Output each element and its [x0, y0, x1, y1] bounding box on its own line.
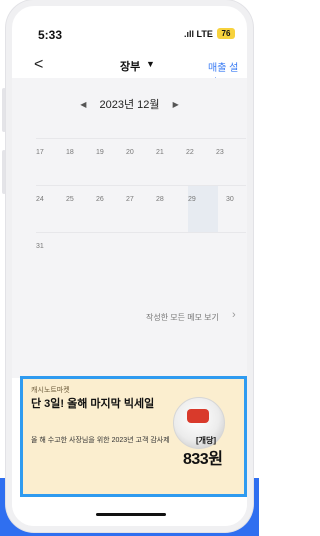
ad-subtitle: 올 해 수고한 사장님을 위한 2023년 고객 감사제: [31, 437, 170, 444]
network-label: LTE: [196, 29, 213, 39]
phone-frame: 5:33 .ıll LTE 76 < 장부 ▼ 매출 설정 ◀ 2023년 12…: [6, 0, 253, 532]
calendar-day[interactable]: 19: [96, 149, 126, 156]
rice-lid-label: [187, 409, 209, 423]
top-nav: < 장부 ▼ 매출 설정: [12, 54, 247, 89]
battery-icon: 76: [217, 28, 235, 39]
prev-month-icon[interactable]: ◀: [80, 100, 86, 109]
ad-brand: 캐시노트마켓: [31, 387, 70, 394]
calendar-day[interactable]: 31: [36, 243, 66, 250]
status-time: 5:33: [38, 28, 63, 42]
calendar-day[interactable]: 28: [156, 196, 186, 203]
ad-title: 단 3일! 올해 마지막 빅세일: [31, 398, 155, 410]
nav-title[interactable]: 장부: [120, 58, 140, 74]
status-bar: 5:33 .ıll LTE 76: [12, 6, 247, 46]
calendar-day[interactable]: 27: [126, 196, 156, 203]
ad-banner[interactable]: 캐시노트마켓 단 3일! 올해 마지막 빅세일 올 해 수고한 사장님을 위한 …: [20, 376, 247, 497]
selected-day-label: 29: [188, 196, 196, 203]
calendar-week: 24 25 26 27 28 29 30: [36, 185, 246, 232]
all-memos-link[interactable]: 작성한 모든 메모 보기: [146, 312, 219, 323]
back-button[interactable]: <: [34, 56, 43, 74]
calendar-day[interactable]: 25: [66, 196, 96, 203]
calendar-day[interactable]: 24: [36, 196, 66, 203]
home-indicator[interactable]: [96, 513, 166, 516]
month-label: 2023년 12월: [99, 99, 160, 111]
chevron-down-icon[interactable]: ▼: [146, 59, 155, 69]
calendar-day[interactable]: 22: [186, 149, 216, 156]
calendar-week: 31: [36, 232, 246, 279]
calendar-day[interactable]: 18: [66, 149, 96, 156]
calendar-day[interactable]: 21: [156, 149, 186, 156]
ad-price: 833원: [183, 451, 223, 468]
calendar-day[interactable]: 23: [216, 149, 246, 156]
calendar-day[interactable]: 26: [96, 196, 126, 203]
signal-icon: .ıll LTE: [184, 29, 213, 39]
calendar-day[interactable]: 17: [36, 149, 66, 156]
month-selector: ◀ 2023년 12월 ▶: [12, 96, 247, 116]
next-month-icon[interactable]: ▶: [173, 100, 179, 109]
battery-level: 76: [221, 29, 231, 38]
calendar-grid: 17 18 19 20 21 22 23 24 25 26 27 28 29 3…: [36, 138, 246, 279]
calendar-day[interactable]: 30: [226, 196, 247, 203]
calendar-day[interactable]: 20: [126, 149, 156, 156]
chevron-right-icon[interactable]: ›: [232, 309, 236, 321]
calendar-day-selected[interactable]: 29: [188, 186, 218, 232]
calendar-week: 17 18 19 20 21 22 23: [36, 138, 246, 185]
home-area: [12, 497, 247, 526]
